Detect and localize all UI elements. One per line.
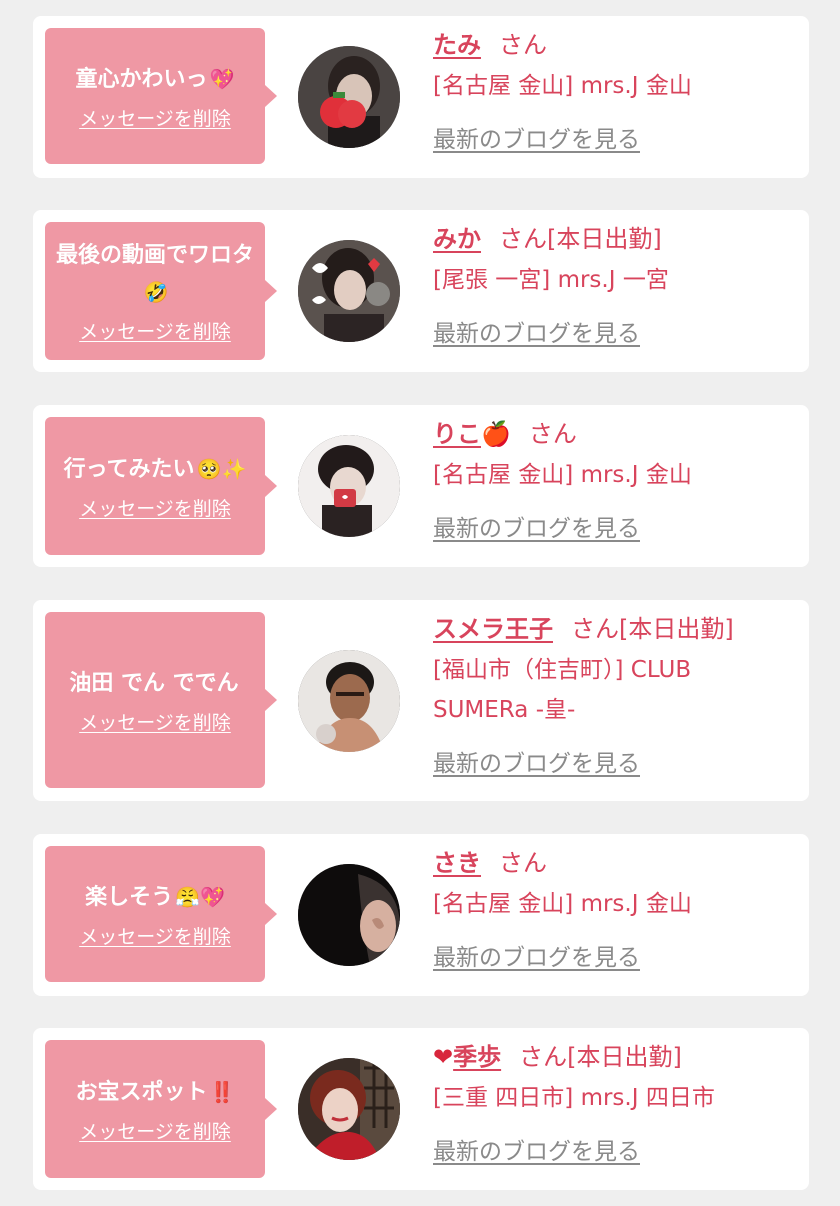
apple-emoji-icon: 🍎: [481, 420, 511, 448]
honorific: さん: [519, 1043, 568, 1071]
delete-message-link[interactable]: メッセージを削除: [79, 494, 231, 521]
shop-name: [福山市（住吉町）] CLUB SUMERa -皇-: [433, 657, 692, 723]
message-card: 最後の動画でワロタ🤣 メッセージを削除 みか さん[本日出勤] [尾張 一宮] m…: [33, 210, 809, 372]
avatar[interactable]: [298, 46, 400, 148]
honorific: さん: [528, 420, 577, 448]
latest-blog-link[interactable]: 最新のブログを見る: [433, 744, 640, 778]
message-bubble: お宝スポット ‼️ メッセージを削除: [45, 1040, 277, 1178]
name-line: ❤季歩 さん[本日出勤]: [433, 1040, 789, 1074]
message-text: 油田 でん ででん: [69, 671, 239, 696]
latest-blog-link[interactable]: 最新のブログを見る: [433, 314, 640, 348]
shop-name: [名古屋 金山] mrs.J 金山: [433, 462, 692, 488]
cast-info: りこ🍎 さん [名古屋 金山] mrs.J 金山 最新のブログを見る: [433, 417, 789, 543]
avatar[interactable]: [298, 435, 400, 537]
message-text: お宝スポット ‼️: [75, 1080, 235, 1105]
avatar[interactable]: [298, 240, 400, 342]
heart-icon: ❤: [433, 1043, 454, 1071]
status-text: [本日出勤]: [619, 615, 734, 643]
name-line: スメラ王子 さん[本日出勤]: [433, 612, 789, 646]
honorific: さん: [499, 31, 547, 59]
pleading-sparkles-emoji-icon: 🥺✨: [196, 457, 247, 481]
message-card: 行ってみたい 🥺✨ メッセージを削除 りこ🍎 さん [名古屋 金山] mrs.J 金…: [33, 405, 809, 567]
message-bubble: 童心かわいっ 💖 メッセージを削除: [45, 28, 277, 164]
cast-info: みか さん[本日出勤] [尾張 一宮] mrs.J 一宮 最新のブログを見る: [433, 222, 789, 348]
message-text: 楽しそう 😤💖: [85, 885, 225, 910]
message-bubble: 油田 でん ででん メッセージを削除: [45, 612, 277, 788]
message-card: 楽しそう 😤💖 メッセージを削除 さき さん [名古屋 金山] mrs.J 金山 最…: [33, 834, 809, 996]
latest-blog-link[interactable]: 最新のブログを見る: [433, 120, 640, 154]
cast-name-link[interactable]: スメラ王子: [433, 615, 553, 643]
message-card: 童心かわいっ 💖 メッセージを削除 たみ さん [名古屋 金山] mrs.J 金山 …: [33, 16, 809, 178]
shop-name: [名古屋 金山] mrs.J 金山: [433, 73, 692, 99]
avatar-image: [298, 46, 400, 148]
cast-info: さき さん [名古屋 金山] mrs.J 金山 最新のブログを見る: [433, 846, 789, 972]
avatar[interactable]: [298, 650, 400, 752]
message-bubble: 行ってみたい 🥺✨ メッセージを削除: [45, 417, 277, 555]
delete-message-link[interactable]: メッセージを削除: [79, 922, 231, 949]
cast-info: ❤季歩 さん[本日出勤] [三重 四日市] mrs.J 四日市 最新のブログを見る: [433, 1040, 789, 1166]
cast-name-link[interactable]: 季歩: [453, 1043, 501, 1071]
avatar-image: [298, 435, 400, 537]
cast-info: たみ さん [名古屋 金山] mrs.J 金山 最新のブログを見る: [433, 28, 789, 154]
latest-blog-link[interactable]: 最新のブログを見る: [433, 938, 640, 972]
double-exclamation-icon: ‼️: [209, 1080, 235, 1104]
avatar-image: [298, 650, 400, 752]
latest-blog-link[interactable]: 最新のブログを見る: [433, 509, 640, 543]
avatar-image: [298, 1058, 400, 1160]
message-text: 行ってみたい 🥺✨: [63, 457, 247, 482]
message-bubble: 楽しそう 😤💖 メッセージを削除: [45, 846, 277, 982]
name-line: たみ さん: [433, 28, 789, 62]
delete-message-link[interactable]: メッセージを削除: [79, 708, 231, 735]
cast-name-link[interactable]: みか: [433, 225, 481, 253]
honorific: さん: [499, 225, 547, 253]
shop-name: [名古屋 金山] mrs.J 金山: [433, 891, 692, 917]
avatar-image: [298, 240, 400, 342]
shop-name: [尾張 一宮] mrs.J 一宮: [433, 267, 669, 293]
message-text: 最後の動画でワロタ🤣: [55, 243, 254, 304]
delete-message-link[interactable]: メッセージを削除: [79, 104, 231, 131]
shop-name: [三重 四日市] mrs.J 四日市: [433, 1085, 715, 1111]
cast-info: スメラ王子 さん[本日出勤] [福山市（住吉町）] CLUB SUMERa -皇-…: [433, 612, 789, 778]
avatar[interactable]: [298, 1058, 400, 1160]
avatar[interactable]: [298, 864, 400, 966]
cast-name-link[interactable]: りこ: [433, 420, 481, 448]
cast-name-link[interactable]: さき: [433, 849, 481, 877]
honorific: さん: [571, 615, 619, 643]
status-text: [本日出勤]: [547, 225, 662, 253]
avatar-image: [298, 864, 400, 966]
latest-blog-link[interactable]: 最新のブログを見る: [433, 1132, 640, 1166]
name-line: りこ🍎 さん: [433, 417, 789, 451]
face-heart-emoji-icon: 😤💖: [175, 885, 225, 909]
heart-emoji-icon: 💖: [209, 67, 235, 91]
message-list: 童心かわいっ 💖 メッセージを削除 たみ さん [名古屋 金山] mrs.J 金山 …: [0, 0, 840, 1206]
honorific: さん: [499, 849, 547, 877]
delete-message-link[interactable]: メッセージを削除: [79, 317, 231, 344]
message-text: 童心かわいっ 💖: [75, 67, 235, 92]
status-text: [本日出勤]: [567, 1043, 682, 1071]
rofl-emoji-icon: 🤣: [143, 280, 169, 304]
message-card: お宝スポット ‼️ メッセージを削除 ❤季歩 さん[本日出勤] [三重 四日市] m…: [33, 1028, 809, 1190]
delete-message-link[interactable]: メッセージを削除: [79, 1117, 231, 1144]
cast-name-link[interactable]: たみ: [433, 31, 481, 59]
message-bubble: 最後の動画でワロタ🤣 メッセージを削除: [45, 222, 277, 360]
name-line: みか さん[本日出勤]: [433, 222, 789, 256]
name-line: さき さん: [433, 846, 789, 880]
message-card: 油田 でん ででん メッセージを削除 スメラ王子 さん[本日出勤] [福山市（住吉…: [33, 600, 809, 801]
